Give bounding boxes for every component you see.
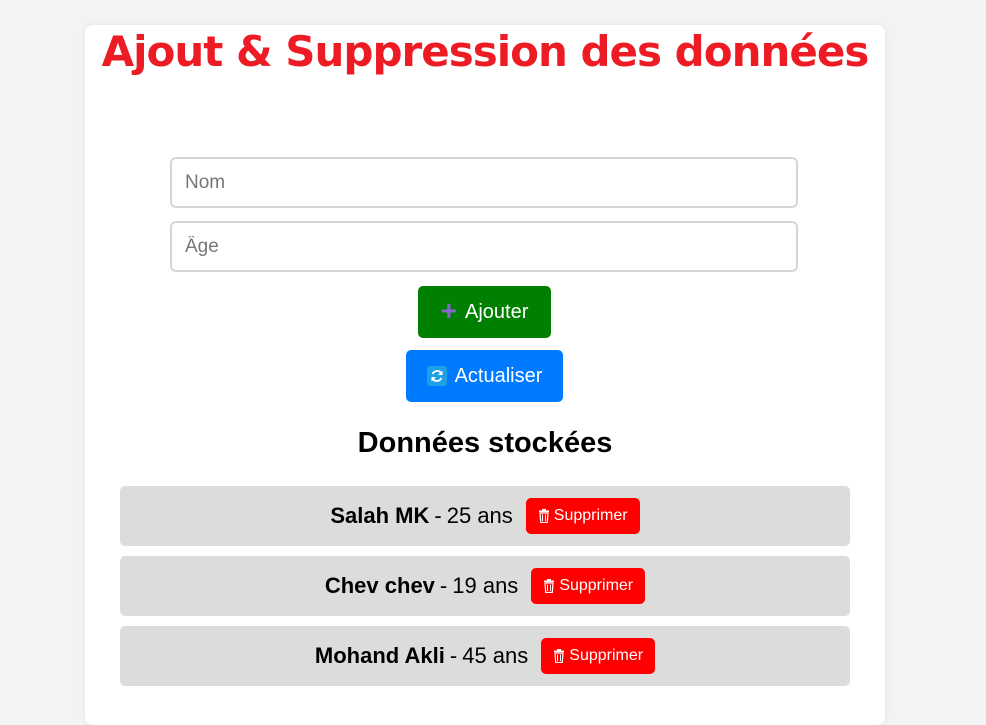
delete-button[interactable]: Supprimer (531, 568, 646, 604)
item-age: 25 ans (446, 503, 513, 528)
page-title: Ajout & Suppression des données (101, 27, 870, 76)
list-item: Chev chev - 19 ans Supprimer (120, 556, 850, 616)
item-age: 45 ans (462, 643, 529, 668)
age-input[interactable] (170, 221, 798, 272)
plus-icon: + (440, 295, 457, 326)
refresh-icon (426, 366, 447, 386)
list-item: Mohand Akli - 45 ans Supprimer (120, 626, 850, 686)
add-button[interactable]: + Ajouter (418, 286, 551, 338)
item-separator: - (434, 503, 442, 528)
delete-button[interactable]: Supprimer (525, 498, 640, 534)
delete-button-label: Supprimer (553, 507, 628, 524)
main-card: Ajout & Suppression des données + Ajoute… (85, 25, 885, 725)
refresh-button-label: Actualiser (454, 364, 543, 387)
delete-button[interactable]: Supprimer (541, 638, 656, 674)
item-separator: - (439, 573, 448, 598)
item-name: Mohand Akli (314, 643, 445, 668)
item-age: 19 ans (452, 573, 519, 598)
trash-icon (543, 579, 555, 593)
item-name: Salah MK (330, 503, 430, 528)
trash-icon (553, 649, 565, 663)
trash-icon (538, 509, 550, 523)
data-list: Salah MK - 25 ans Supprimer Chev chev - (120, 486, 850, 696)
stored-data-heading: Données stockées (357, 427, 613, 459)
refresh-button[interactable]: Actualiser (406, 350, 563, 402)
delete-button-label: Supprimer (569, 647, 644, 664)
list-item: Salah MK - 25 ans Supprimer (120, 486, 850, 546)
name-input[interactable] (170, 157, 798, 208)
item-separator: - (449, 643, 458, 668)
item-name: Chev chev (324, 573, 435, 598)
add-button-label: Ajouter (464, 300, 529, 323)
delete-button-label: Supprimer (559, 577, 634, 594)
